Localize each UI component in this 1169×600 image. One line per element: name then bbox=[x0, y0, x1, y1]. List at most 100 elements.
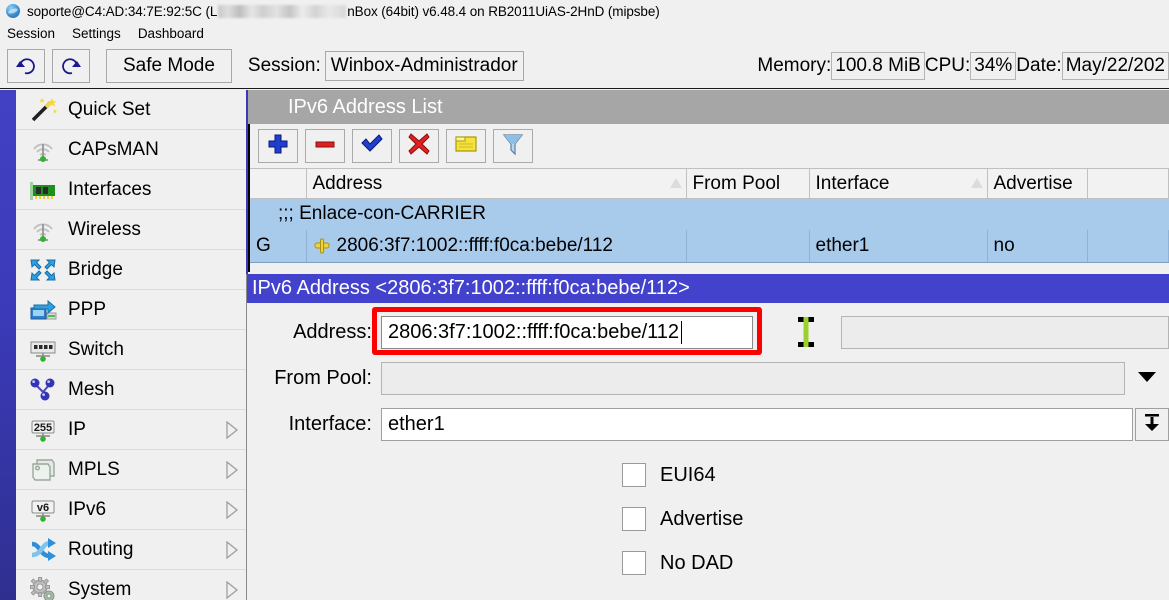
add-button[interactable] bbox=[258, 129, 298, 163]
ipv6-address-list-body: Address From Pool Interface Advertise bbox=[248, 124, 1169, 272]
switch-icon bbox=[28, 336, 58, 364]
dialog-body: Address: 2806:3f7:1002::ffff:f0ca:bebe/1… bbox=[247, 303, 1169, 585]
safe-mode-label: Safe Mode bbox=[123, 55, 215, 77]
date-label: Date: bbox=[1016, 55, 1061, 77]
no-dad-checkbox[interactable] bbox=[622, 551, 646, 575]
highlight-annotation-box bbox=[372, 307, 762, 355]
address-pin-icon bbox=[313, 237, 331, 255]
gear-icon bbox=[28, 576, 58, 600]
ipv6-address-list-title: IPv6 Address List bbox=[282, 90, 1169, 124]
eui64-checkbox-row[interactable]: EUI64 bbox=[247, 453, 1169, 497]
filter-button[interactable] bbox=[493, 129, 533, 163]
cell-flags: G bbox=[250, 230, 306, 263]
interface-input[interactable]: ether1 bbox=[381, 408, 1133, 441]
from-pool-label: From Pool: bbox=[247, 367, 381, 390]
sidebar-item-interfaces[interactable]: Interfaces bbox=[16, 170, 246, 210]
interface-label: Interface: bbox=[247, 413, 381, 436]
menu-item-dashboard[interactable]: Dashboard bbox=[138, 26, 204, 41]
sidebar-item-ppp[interactable]: PPP bbox=[16, 290, 246, 330]
session-value: Winbox-Administrador bbox=[331, 55, 518, 77]
enable-button[interactable] bbox=[352, 129, 392, 163]
window-titlebar: soporte@C4:AD:34:7E:92:5C (LnBox (64bit)… bbox=[0, 0, 1169, 22]
ipv6-icon: v6 bbox=[28, 496, 58, 524]
sidebar-item-bridge[interactable]: Bridge bbox=[16, 250, 246, 290]
comment-note-icon bbox=[454, 132, 478, 160]
cpu-label: CPU: bbox=[925, 55, 970, 77]
antenna-icon bbox=[28, 216, 58, 244]
sidebar-item-mpls[interactable]: MPLS bbox=[16, 450, 246, 490]
eui64-label: EUI64 bbox=[660, 464, 716, 487]
ipv6-address-dialog: IPv6 Address <2806:3f7:1002::ffff:f0ca:b… bbox=[246, 274, 1169, 600]
disable-button[interactable] bbox=[399, 129, 439, 163]
dialog-title: IPv6 Address <2806:3f7:1002::ffff:f0ca:b… bbox=[247, 274, 1169, 303]
sidebar-menu: Quick Set CAPsMAN bbox=[16, 90, 248, 600]
sidebar-item-ip[interactable]: 255 IP bbox=[16, 410, 246, 450]
chevron-down-icon bbox=[1136, 369, 1158, 387]
sidebar-item-routing[interactable]: Routing bbox=[16, 530, 246, 570]
session-value-field[interactable]: Winbox-Administrador bbox=[325, 51, 524, 81]
comment-button[interactable] bbox=[446, 129, 486, 163]
undo-icon bbox=[15, 55, 37, 77]
text-cursor-icon bbox=[795, 315, 817, 349]
funnel-icon bbox=[501, 132, 525, 160]
advertise-checkbox-row[interactable]: Advertise bbox=[247, 497, 1169, 541]
column-header-address[interactable]: Address bbox=[306, 169, 686, 199]
sidebar-item-wireless[interactable]: Wireless bbox=[16, 210, 246, 250]
window-drag-handle[interactable] bbox=[248, 90, 282, 124]
table-comment-row[interactable]: ;;; Enlace-con-CARRIER bbox=[250, 199, 1169, 230]
redo-button[interactable] bbox=[52, 49, 90, 83]
column-header-label: Address bbox=[313, 173, 383, 194]
address-list-toolbar bbox=[250, 124, 1169, 168]
column-header-interface[interactable]: Interface bbox=[809, 169, 987, 199]
address-extra-field[interactable] bbox=[841, 316, 1169, 349]
sidebar-item-system[interactable]: System bbox=[16, 570, 246, 600]
sidebar-item-label: Bridge bbox=[68, 259, 123, 281]
sidebar-item-label: Interfaces bbox=[68, 179, 151, 201]
column-header-label: Interface bbox=[816, 173, 890, 194]
column-header-from-pool[interactable]: From Pool bbox=[686, 169, 809, 199]
no-dad-checkbox-row[interactable]: No DAD bbox=[247, 541, 1169, 585]
sidebar-item-label: System bbox=[68, 579, 131, 600]
mesh-nodes-icon bbox=[28, 376, 58, 404]
date-value: May/22/202 bbox=[1062, 52, 1169, 80]
window-title: soporte@C4:AD:34:7E:92:5C (LnBox (64bit)… bbox=[27, 4, 660, 19]
menu-item-settings[interactable]: Settings bbox=[72, 26, 121, 41]
sidebar-item-capsman[interactable]: CAPsMAN bbox=[16, 130, 246, 170]
cell-spacer bbox=[1087, 230, 1169, 263]
from-pool-input[interactable] bbox=[381, 362, 1125, 395]
sidebar-item-label: Quick Set bbox=[68, 99, 150, 121]
from-pool-dropdown-button[interactable] bbox=[1125, 362, 1169, 395]
window-title-suffix: nBox (64bit) v6.48.4 on RB2011UiAS-2HnD … bbox=[347, 4, 659, 19]
sidebar-item-ipv6[interactable]: v6 IPv6 bbox=[16, 490, 246, 530]
table-header-row: Address From Pool Interface Advertise bbox=[250, 169, 1169, 199]
address-label: Address: bbox=[247, 321, 381, 344]
main-toolbar: Safe Mode Session: Winbox-Administrador … bbox=[0, 44, 1169, 89]
svg-text:v6: v6 bbox=[37, 502, 49, 514]
undo-button[interactable] bbox=[7, 49, 45, 83]
cell-from-pool bbox=[686, 230, 809, 263]
ppp-icon bbox=[28, 296, 58, 324]
menu-item-session[interactable]: Session bbox=[7, 26, 55, 41]
table-row[interactable]: G 2806:3f7:1002::ffff:f0ca:bebe/112 bbox=[250, 230, 1169, 263]
sidebar-item-quick-set[interactable]: Quick Set bbox=[16, 90, 246, 130]
antenna-icon bbox=[28, 136, 58, 164]
interface-dropdown-button[interactable] bbox=[1135, 408, 1169, 441]
sort-indicator-icon bbox=[670, 178, 682, 188]
sidebar-item-label: MPLS bbox=[68, 459, 120, 481]
column-header-advertise[interactable]: Advertise bbox=[987, 169, 1087, 199]
winbox-application-window: soporte@C4:AD:34:7E:92:5C (LnBox (64bit)… bbox=[0, 0, 1169, 600]
ipv6-address-table: Address From Pool Interface Advertise bbox=[250, 168, 1169, 263]
advertise-checkbox[interactable] bbox=[622, 507, 646, 531]
routing-arrows-icon bbox=[28, 536, 58, 564]
sidebar-item-mesh[interactable]: Mesh bbox=[16, 370, 246, 410]
sidebar-item-switch[interactable]: Switch bbox=[16, 330, 246, 370]
safe-mode-button[interactable]: Safe Mode bbox=[106, 49, 232, 83]
chevron-right-icon bbox=[226, 461, 238, 479]
status-indicators: Memory: 100.8 MiB CPU: 34% Date: May/22/… bbox=[757, 52, 1169, 80]
redacted-text-block bbox=[218, 5, 346, 18]
eui64-checkbox[interactable] bbox=[622, 463, 646, 487]
column-header-flags[interactable] bbox=[250, 169, 306, 199]
cpu-value: 34% bbox=[970, 52, 1016, 80]
remove-button[interactable] bbox=[305, 129, 345, 163]
no-dad-label: No DAD bbox=[660, 552, 733, 575]
